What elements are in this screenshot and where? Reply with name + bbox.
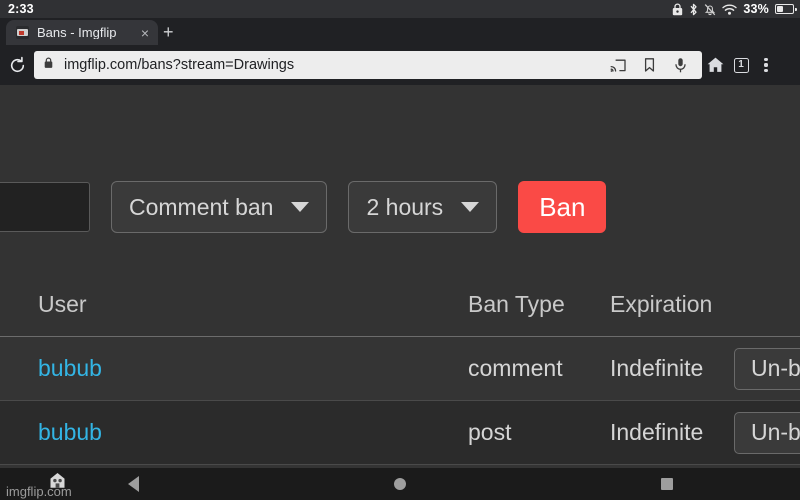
cast-icon[interactable]: [603, 51, 634, 79]
username-input[interactable]: [0, 182, 90, 232]
imgflip-favicon-icon: [16, 26, 29, 39]
tab-switcher-button[interactable]: 1: [728, 45, 754, 85]
site-lock-icon: [44, 56, 53, 74]
cell-expiration: Indefinite: [610, 355, 704, 381]
lock-icon: [672, 2, 683, 16]
unban-button-label: Un-ban: [751, 419, 800, 445]
user-link[interactable]: bubub: [38, 419, 102, 445]
microphone-icon[interactable]: [665, 51, 696, 79]
device-screen: 2:33 33% Bans - Imgflip × + imgflip.com/…: [0, 0, 800, 500]
new-tab-button[interactable]: +: [163, 23, 174, 41]
browser-tab-strip: Bans - Imgflip × +: [0, 18, 800, 45]
url-bar[interactable]: imgflip.com/bans?stream=Drawings: [34, 51, 702, 79]
column-header-ban-type: Ban Type: [468, 291, 565, 317]
android-nav-bar: [0, 468, 800, 500]
ban-duration-select[interactable]: 2 hours: [348, 181, 498, 233]
table-row: bubub comment Indefinite Un-ban: [0, 337, 800, 401]
tab-title: Bans - Imgflip: [37, 26, 117, 39]
ban-button[interactable]: Ban: [518, 181, 607, 233]
table-header-row: User Ban Type Expiration: [0, 273, 800, 337]
wifi-icon: [722, 3, 738, 16]
bluetooth-icon: [689, 3, 698, 16]
unban-button[interactable]: Un-ban: [734, 347, 800, 390]
back-triangle-icon[interactable]: [127, 476, 139, 492]
column-header-user: User: [38, 291, 87, 317]
cell-user: bubub: [38, 419, 468, 445]
reload-icon[interactable]: [0, 45, 34, 85]
bans-table: User Ban Type Expiration bubub comment I…: [0, 273, 800, 468]
battery-percent: 33%: [743, 2, 769, 16]
status-icons: 33%: [672, 2, 797, 16]
cell-expiration: Indefinite: [610, 419, 704, 445]
column-header-expiration: Expiration: [610, 291, 713, 317]
table-row: bubub post Indefinite Un-ban: [0, 401, 800, 465]
chevron-down-icon: [461, 202, 480, 212]
battery-icon: [775, 4, 797, 14]
ban-duration-select-label: 2 hours: [366, 193, 444, 220]
recents-square-icon[interactable]: [660, 478, 673, 490]
ban-type-select-label: Comment ban: [129, 193, 274, 220]
cell-ban-type: post: [468, 419, 512, 445]
browser-tab[interactable]: Bans - Imgflip ×: [6, 20, 158, 45]
home-circle-icon[interactable]: [393, 478, 406, 490]
web-page-content: Comment ban 2 hours Ban User Ban Type Ex…: [0, 85, 800, 468]
tab-count: 1: [733, 57, 749, 73]
unban-button[interactable]: Un-ban: [734, 411, 800, 454]
cell-action: Un-ban: [734, 347, 800, 390]
unban-button-label: Un-ban: [751, 355, 800, 381]
ban-controls-row: Comment ban 2 hours Ban: [0, 181, 607, 233]
status-clock: 2:33: [8, 1, 34, 16]
browser-toolbar: imgflip.com/bans?stream=Drawings 1: [0, 45, 800, 85]
cell-ban-type: comment: [468, 355, 563, 381]
ban-type-select[interactable]: Comment ban: [111, 181, 328, 233]
home-icon[interactable]: [702, 45, 728, 85]
user-link[interactable]: bubub: [38, 355, 102, 381]
close-icon[interactable]: ×: [138, 24, 152, 42]
url-text[interactable]: imgflip.com/bans?stream=Drawings: [64, 58, 603, 73]
bookmark-icon[interactable]: [634, 51, 665, 79]
cell-action: Un-ban: [734, 411, 800, 454]
android-status-bar: 2:33 33%: [0, 0, 800, 18]
ban-button-label: Ban: [539, 192, 586, 222]
overflow-menu-icon[interactable]: [754, 45, 778, 85]
cell-user: bubub: [38, 355, 468, 381]
chevron-down-icon: [291, 202, 310, 212]
notifications-muted-icon: [704, 3, 716, 16]
